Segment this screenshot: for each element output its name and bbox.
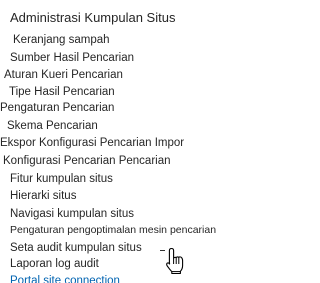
link-site-collection-audit-settings[interactable]: Seta audit kumpulan situs	[10, 240, 142, 256]
link-site-collection-features[interactable]: Fitur kumpulan situs	[10, 171, 113, 187]
link-search-schema[interactable]: Skema Pencarian	[7, 118, 98, 134]
link-search-config-export-import[interactable]: Ekspor Konfigurasi Pencarian Impor	[0, 135, 184, 151]
link-recycle-bin[interactable]: Keranjang sampah	[13, 32, 110, 48]
link-search-result-sources[interactable]: Sumber Hasil Pencarian	[10, 50, 134, 66]
link-search-result-types[interactable]: Tipe Hasil Pencarian	[9, 84, 115, 100]
section-heading: Administrasi Kumpulan Situs	[10, 10, 176, 25]
link-search-configuration[interactable]: Konfigurasi Pencarian Pencarian	[3, 153, 171, 169]
link-search-settings[interactable]: Pengaturan Pencarian	[0, 100, 114, 116]
link-seo-settings[interactable]: Pengaturan pengoptimalan mesin pencarian	[10, 222, 216, 238]
link-search-query-rules[interactable]: Aturan Kueri Pencarian	[4, 67, 123, 83]
link-portal-site-connection[interactable]: Portal site connection	[10, 273, 120, 283]
link-site-hierarchy[interactable]: Hierarki situs	[10, 188, 76, 204]
site-collection-admin-panel: Administrasi Kumpulan Situs Keranjang sa…	[0, 0, 229, 283]
link-audit-log-reports[interactable]: Laporan log audit	[10, 256, 99, 272]
hand-pointer-icon	[164, 247, 188, 275]
link-site-collection-navigation[interactable]: Navigasi kumpulan situs	[10, 206, 134, 222]
